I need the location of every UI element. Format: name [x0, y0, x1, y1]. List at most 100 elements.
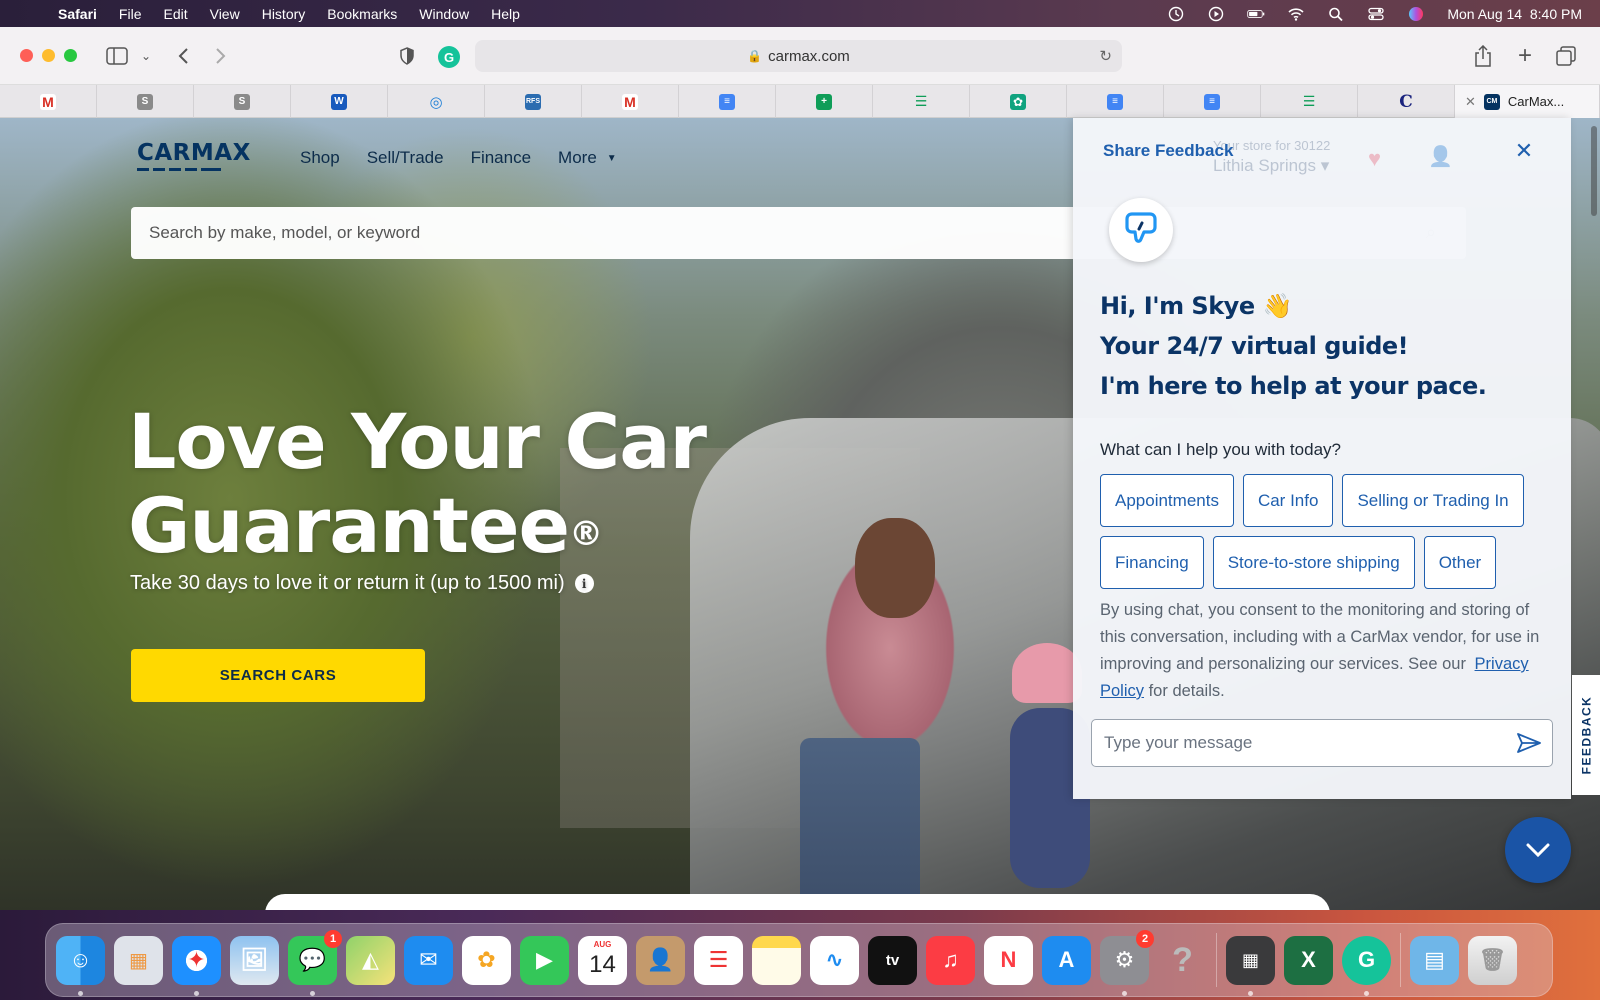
forward-icon[interactable] — [208, 43, 234, 69]
chat-message-input[interactable]: Type your message — [1091, 719, 1553, 767]
sidebar-toggle-icon[interactable] — [104, 43, 130, 69]
freeform-icon[interactable]: ∿ — [810, 935, 859, 985]
nav-shop[interactable]: Shop — [300, 148, 340, 168]
tab-word[interactable]: W — [291, 85, 388, 118]
reload-icon[interactable]: ↻ — [1099, 47, 1112, 65]
facetime-icon[interactable]: ▶ — [520, 935, 569, 985]
calendar-icon[interactable]: AUG 14 — [578, 935, 627, 985]
battery-icon[interactable] — [1247, 6, 1265, 22]
tab-docs-1[interactable]: ≡ — [679, 85, 776, 118]
music-icon[interactable]: ♫ — [926, 935, 975, 985]
finder-icon[interactable]: ☺ — [56, 935, 105, 996]
tab-sync[interactable]: ◎ — [388, 85, 485, 118]
control-center-icon[interactable] — [1367, 6, 1385, 22]
menubar-datetime[interactable]: Mon Aug 14 8:40 PM — [1447, 6, 1582, 22]
close-window-button[interactable] — [20, 49, 33, 62]
nav-sell-trade[interactable]: Sell/Trade — [367, 148, 444, 168]
option-other[interactable]: Other — [1423, 536, 1497, 589]
news-icon[interactable]: N — [984, 935, 1033, 985]
search-cars-button[interactable]: SEARCH CARS — [131, 649, 425, 702]
tab-s-2[interactable]: S — [194, 85, 291, 118]
feedback-side-tab[interactable]: FEEDBACK — [1572, 675, 1600, 795]
photos-icon[interactable]: ✿ — [462, 935, 511, 985]
tab-docs-3[interactable]: ≡ — [1164, 85, 1261, 118]
tab-chatgpt[interactable]: ✿ — [970, 85, 1067, 118]
scrollbar-thumb[interactable] — [1591, 126, 1597, 216]
siri-icon[interactable] — [1407, 6, 1425, 22]
nav-finance[interactable]: Finance — [471, 148, 531, 168]
google-sheets-icon: + — [816, 93, 832, 110]
send-icon[interactable] — [1516, 731, 1542, 755]
messages-icon[interactable]: 💬 1 — [288, 929, 342, 996]
option-financing[interactable]: Financing — [1100, 536, 1204, 589]
option-car-info[interactable]: Car Info — [1242, 474, 1334, 527]
maps-icon[interactable]: ◭ — [346, 935, 395, 985]
privacy-shield-icon[interactable] — [394, 43, 420, 69]
back-icon[interactable] — [170, 43, 196, 69]
menu-file[interactable]: File — [119, 6, 142, 22]
time-machine-icon[interactable] — [1167, 6, 1185, 22]
downloads-folder-icon[interactable]: ▤ — [1410, 935, 1459, 985]
carmax-logo[interactable]: CARMAX — [137, 140, 277, 180]
new-tab-icon[interactable]: + — [1512, 42, 1538, 69]
sidebar-menu-chevron-icon[interactable]: ⌄ — [133, 43, 159, 69]
option-selling-trading[interactable]: Selling or Trading In — [1342, 474, 1524, 527]
browser-toolbar: ⌄ G 🔒 carmax.com ↻ + — [0, 27, 1600, 85]
calculator-icon[interactable]: ▦ — [1226, 935, 1275, 996]
excel-icon[interactable]: X — [1284, 935, 1333, 985]
menu-bookmarks[interactable]: Bookmarks — [327, 6, 397, 22]
tab-overview-icon[interactable] — [1553, 43, 1579, 69]
account-user-icon[interactable]: 👤 — [1428, 144, 1453, 169]
fullscreen-window-button[interactable] — [64, 49, 77, 62]
system-settings-icon[interactable]: ⚙ 2 — [1100, 929, 1154, 996]
safari-icon[interactable]: ✦ — [172, 935, 221, 996]
tab-forms-1[interactable]: ☰ — [873, 85, 970, 118]
tab-docs-2[interactable]: ≡ — [1067, 85, 1164, 118]
tab-carmax[interactable]: ✕ CM CarMax... — [1455, 85, 1600, 118]
menu-window[interactable]: Window — [419, 6, 469, 22]
chat-minimize-button[interactable] — [1505, 817, 1571, 883]
messages-badge: 1 — [324, 929, 342, 948]
option-appointments[interactable]: Appointments — [1100, 474, 1234, 527]
launchpad-icon[interactable]: ▦ — [114, 935, 163, 985]
notes-icon[interactable] — [752, 935, 801, 985]
preview-icon[interactable]: 🖼 — [230, 935, 279, 985]
menu-help[interactable]: Help — [491, 6, 520, 22]
spotlight-icon[interactable] — [1327, 6, 1345, 22]
apple-tv-icon[interactable]: tv — [868, 935, 917, 985]
trash-icon[interactable]: 🗑 — [1468, 935, 1517, 985]
tab-rfs[interactable]: RFS — [485, 85, 582, 118]
dock: ☺ ▦ ✦ 🖼 💬 1 ◭ ✉ ✿ ▶ AUG 14 👤 ☰ ∿ tv ♫ N A… — [45, 923, 1553, 997]
info-icon[interactable]: i — [574, 574, 594, 593]
tab-s-1[interactable]: S — [97, 85, 194, 118]
menu-edit[interactable]: Edit — [163, 6, 187, 22]
close-tab-icon[interactable]: ✕ — [1465, 94, 1476, 110]
contacts-icon[interactable]: 👤 — [636, 935, 685, 985]
tab-gmail-2[interactable]: M — [582, 85, 679, 118]
help-question-icon[interactable]: ? — [1158, 936, 1207, 985]
address-bar[interactable]: 🔒 carmax.com ↻ — [475, 40, 1122, 72]
nav-more[interactable]: More ▼ — [558, 148, 617, 168]
page-scrollbar[interactable] — [1588, 118, 1600, 678]
tab-forms-2[interactable]: ☰ — [1261, 85, 1358, 118]
tab-c[interactable]: C — [1358, 85, 1455, 118]
option-store-shipping[interactable]: Store-to-store shipping — [1212, 536, 1415, 589]
wifi-icon[interactable] — [1287, 6, 1305, 22]
share-icon[interactable] — [1470, 43, 1496, 69]
reminders-icon[interactable]: ☰ — [694, 935, 743, 985]
grammarly-extension-icon[interactable]: G — [438, 46, 460, 68]
menu-app-safari[interactable]: Safari — [58, 6, 97, 22]
share-feedback-link[interactable]: Share Feedback — [1103, 141, 1233, 161]
s-app-icon: S — [234, 93, 250, 110]
play-icon[interactable] — [1207, 6, 1225, 22]
tab-sheets[interactable]: + — [776, 85, 873, 118]
menu-history[interactable]: History — [262, 6, 306, 22]
mail-icon[interactable]: ✉ — [404, 935, 453, 985]
close-chat-icon[interactable]: ✕ — [1511, 138, 1537, 164]
grammarly-icon[interactable]: G — [1342, 935, 1391, 996]
tab-gmail[interactable]: M — [0, 85, 97, 118]
minimize-window-button[interactable] — [42, 49, 55, 62]
app-store-icon[interactable]: A — [1042, 935, 1091, 985]
menu-view[interactable]: View — [210, 6, 240, 22]
favorites-heart-icon[interactable]: ♥ — [1368, 146, 1381, 172]
